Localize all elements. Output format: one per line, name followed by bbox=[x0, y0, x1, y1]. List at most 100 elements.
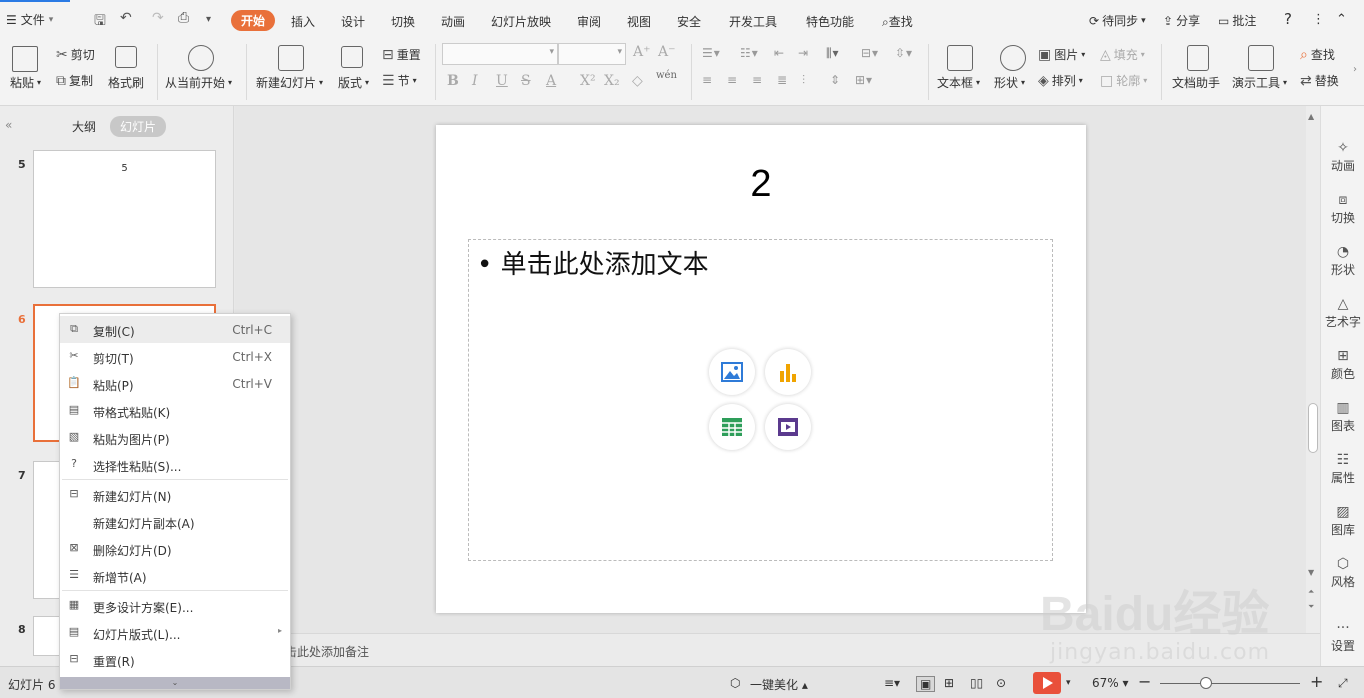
content-placeholder[interactable]: • 单击此处添加文本 bbox=[468, 239, 1053, 561]
paste-button[interactable]: 粘贴 ▾ bbox=[10, 74, 41, 91]
menu-item-copy[interactable]: ⧉ 复制(C) Ctrl+C bbox=[60, 316, 290, 343]
collapse-ribbon-icon[interactable]: ⌃ bbox=[1336, 12, 1347, 27]
underline-icon[interactable]: U bbox=[496, 73, 508, 89]
paragraph-spacing-icon[interactable]: ⇕ bbox=[830, 73, 841, 87]
increase-indent-icon[interactable]: ⇥ bbox=[798, 46, 809, 60]
menu-item-new-section[interactable]: ☰ 新增节(A) bbox=[60, 562, 290, 589]
sidebar-item-chart[interactable]: ▥ 图表 bbox=[1321, 400, 1364, 434]
undo-icon[interactable]: ↶ bbox=[120, 10, 132, 26]
line-spacing-icon[interactable]: ⇳▾ bbox=[895, 46, 913, 60]
customize-icon[interactable]: ▾ bbox=[206, 14, 211, 25]
subscript-icon[interactable]: X₂ bbox=[604, 73, 620, 89]
normal-view-icon[interactable]: ▣ bbox=[916, 676, 936, 692]
sidebar-item-gallery[interactable]: ▨ 图库 bbox=[1321, 504, 1364, 538]
section-button[interactable]: ☰ 节 ▾ bbox=[382, 72, 417, 89]
outline-button[interactable]: □ 轮廓 ▾ bbox=[1100, 72, 1147, 89]
share-button[interactable]: ⇪ 分享 bbox=[1163, 12, 1200, 29]
menu-item-paste-picture[interactable]: ▧ 粘贴为图片(P) bbox=[60, 424, 290, 451]
layout-icon[interactable] bbox=[341, 46, 363, 68]
paste-icon[interactable] bbox=[12, 46, 38, 72]
strikethrough-icon[interactable]: S bbox=[521, 73, 531, 89]
slide-thumbnail[interactable]: 5 bbox=[33, 150, 216, 288]
sidebar-item-color[interactable]: ⊞ 颜色 bbox=[1321, 348, 1364, 382]
tab-insert[interactable]: 插入 bbox=[291, 13, 315, 30]
tab-outline[interactable]: 大纲 bbox=[72, 118, 96, 135]
font-color-icon[interactable]: A bbox=[546, 73, 556, 89]
align-right-icon[interactable]: ≡ bbox=[752, 73, 763, 87]
columns-icon[interactable]: ⊞▾ bbox=[855, 73, 873, 87]
superscript-icon[interactable]: X² bbox=[580, 73, 596, 89]
menu-item-reset[interactable]: ⊟ 重置(R) bbox=[60, 646, 290, 673]
scroll-up-icon[interactable]: ▲ bbox=[1308, 112, 1314, 121]
sidebar-item-properties[interactable]: ☷ 属性 bbox=[1321, 452, 1364, 486]
eraser-icon[interactable]: ◇ bbox=[632, 73, 643, 89]
align-left-icon[interactable]: ≡ bbox=[702, 73, 713, 87]
tab-home[interactable]: 开始 bbox=[231, 10, 276, 31]
beautify-button[interactable]: 一键美化 ▴ bbox=[750, 676, 808, 693]
present-tools-icon[interactable] bbox=[1248, 45, 1274, 71]
presenter-view-icon[interactable]: ⊙ bbox=[996, 676, 1006, 690]
replace-button[interactable]: ⇄ 替换 bbox=[1300, 72, 1339, 89]
font-size-select[interactable] bbox=[558, 43, 626, 65]
menu-item-cut[interactable]: ✂ 剪切(T) Ctrl+X bbox=[60, 343, 290, 370]
menu-item-delete-slide[interactable]: ⊠ 删除幻灯片(D) bbox=[60, 535, 290, 562]
menu-item-more-design[interactable]: ▦ 更多设计方案(E)... bbox=[60, 592, 290, 619]
find-button[interactable]: ⌕ 查找 bbox=[1300, 46, 1335, 63]
slide-title[interactable]: 2 bbox=[436, 163, 1086, 206]
insert-chart-button[interactable] bbox=[765, 349, 811, 395]
sidebar-item-shape[interactable]: ◔ 形状 bbox=[1321, 244, 1364, 278]
bold-icon[interactable]: B bbox=[447, 73, 459, 89]
new-slide-icon[interactable] bbox=[278, 45, 304, 71]
bullets-icon[interactable]: ☰▾ bbox=[702, 46, 721, 60]
tab-review[interactable]: 审阅 bbox=[577, 13, 601, 30]
doc-assistant-icon[interactable] bbox=[1187, 45, 1209, 71]
cut-button[interactable]: ✂ 剪切 bbox=[56, 46, 95, 63]
new-slide-button[interactable]: 新建幻灯片 ▾ bbox=[256, 74, 323, 91]
numbering-icon[interactable]: ☷▾ bbox=[740, 46, 759, 60]
format-painter-icon[interactable] bbox=[115, 46, 137, 68]
slide-sorter-icon[interactable]: ⊞ bbox=[944, 676, 954, 690]
copy-button[interactable]: ⧉ 复制 bbox=[56, 72, 93, 89]
phonetic-guide-icon[interactable]: wén bbox=[656, 70, 677, 81]
print-icon[interactable]: ⎙ bbox=[178, 10, 189, 26]
menu-item-paste[interactable]: 📋 粘贴(P) Ctrl+V bbox=[60, 370, 290, 397]
insert-table-button[interactable] bbox=[709, 404, 755, 450]
decrease-indent-icon[interactable]: ⇤ bbox=[774, 46, 785, 60]
menu-item-slide-layout[interactable]: ▤ 幻灯片版式(L)... ▸ bbox=[60, 619, 290, 646]
tab-animation[interactable]: 动画 bbox=[441, 13, 465, 30]
justify-icon[interactable]: ≣ bbox=[777, 73, 788, 87]
tab-design[interactable]: 设计 bbox=[341, 13, 365, 30]
sidebar-item-wordart[interactable]: △ 艺术字 bbox=[1321, 296, 1364, 330]
text-box-icon[interactable] bbox=[947, 45, 973, 71]
text-box-button[interactable]: 文本框 ▾ bbox=[937, 74, 980, 91]
doc-assistant-button[interactable]: 文档助手 bbox=[1172, 74, 1220, 91]
shape-icon[interactable] bbox=[1000, 45, 1026, 71]
play-icon[interactable] bbox=[188, 45, 214, 71]
sidebar-item-animation[interactable]: ✧ 动画 bbox=[1321, 140, 1364, 174]
arrange-button[interactable]: ◈ 排列 ▾ bbox=[1038, 72, 1083, 89]
tab-security[interactable]: 安全 bbox=[677, 13, 701, 30]
tab-slideshow[interactable]: 幻灯片放映 bbox=[491, 13, 551, 30]
menu-item-new-slide[interactable]: ⊟ 新建幻灯片(N) bbox=[60, 481, 290, 508]
ribbon-scroll-right-icon[interactable]: › bbox=[1353, 64, 1357, 75]
notes-toggle-icon[interactable]: ≡▾ bbox=[884, 676, 900, 690]
slide-editor[interactable]: 2 • 单击此处添加文本 bbox=[436, 125, 1086, 613]
insert-picture-button[interactable] bbox=[709, 349, 755, 395]
sidebar-item-transition[interactable]: ⧈ 切换 bbox=[1321, 192, 1364, 226]
menu-item-duplicate-slide[interactable]: 新建幻灯片副本(A) bbox=[60, 508, 290, 535]
present-tools-button[interactable]: 演示工具 ▾ bbox=[1232, 74, 1287, 91]
distribute-icon[interactable]: ⫶ bbox=[802, 73, 806, 88]
text-direction-icon[interactable]: ⫼▾ bbox=[826, 46, 840, 61]
tab-special[interactable]: 特色功能 bbox=[806, 13, 854, 30]
font-family-select[interactable] bbox=[442, 43, 558, 65]
scrollbar-thumb[interactable] bbox=[1308, 403, 1318, 453]
tab-view[interactable]: 视图 bbox=[627, 13, 651, 30]
collapse-panel-icon[interactable]: « bbox=[5, 118, 12, 132]
more-icon[interactable]: ⋮ bbox=[1312, 12, 1325, 27]
search-button[interactable]: ⌕查找 bbox=[882, 13, 913, 30]
align-center-icon[interactable]: ≡ bbox=[727, 73, 738, 87]
tab-transition[interactable]: 切换 bbox=[391, 13, 415, 30]
save-icon[interactable]: 🖫 bbox=[94, 10, 106, 34]
sync-button[interactable]: ⟳ 待同步 ▾ bbox=[1089, 12, 1146, 29]
format-painter-button[interactable]: 格式刷 bbox=[108, 74, 144, 91]
